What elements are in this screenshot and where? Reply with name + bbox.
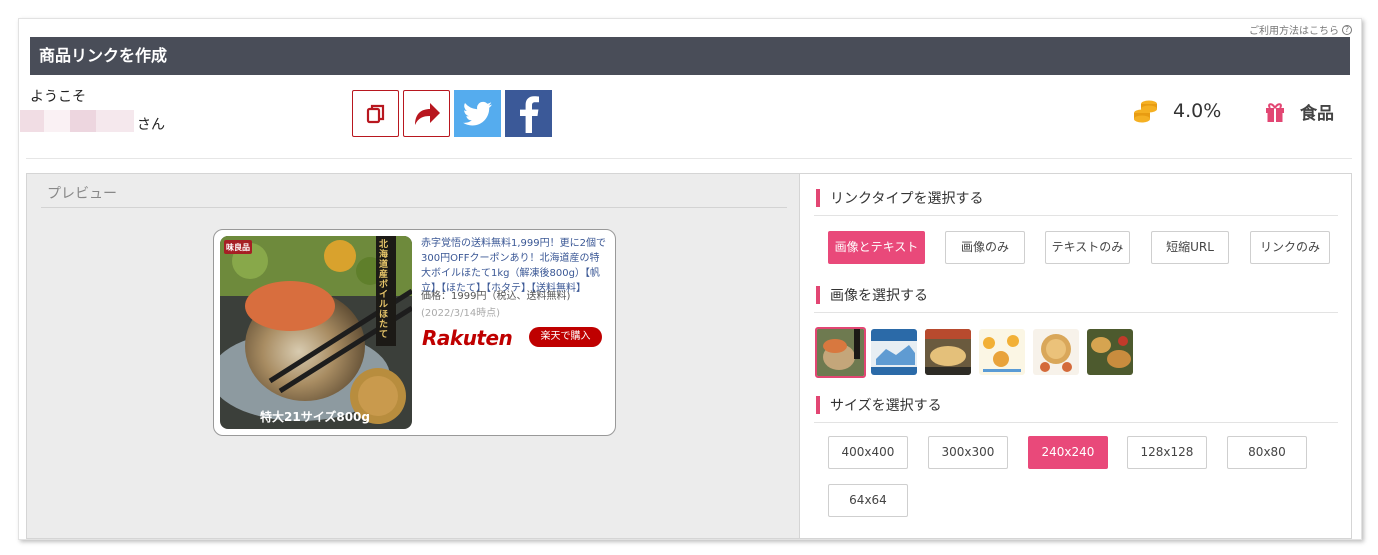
- settings-panel: リンクタイプを選択する 画像とテキスト 画像のみ テキストのみ 短縮URL リン…: [800, 173, 1352, 539]
- page-title: 商品リンクを作成: [30, 37, 1350, 75]
- link-type-heading: リンクタイプを選択する: [816, 188, 983, 208]
- share-buttons: [352, 90, 552, 137]
- link-type-text-only[interactable]: テキストのみ: [1045, 231, 1130, 264]
- link-type-link-only[interactable]: リンクのみ: [1250, 231, 1330, 264]
- link-type-image-only[interactable]: 画像のみ: [945, 231, 1025, 264]
- welcome-suffix: さん: [137, 117, 165, 133]
- image-thumb-2[interactable]: [871, 329, 917, 375]
- heading-accent: [816, 189, 820, 207]
- preview-panel: プレビュー 味良品 北海道産ボイルほたて 特大21サイズ800g 赤字覚悟の送料…: [26, 173, 800, 539]
- image-select-heading: 画像を選択する: [816, 285, 928, 305]
- link-type-short-url[interactable]: 短縮URL: [1151, 231, 1229, 264]
- size-select-heading-label: サイズを選択する: [830, 398, 942, 414]
- share-button[interactable]: [403, 90, 450, 137]
- copy-button[interactable]: [352, 90, 399, 137]
- image-banner: 北海道産ボイルほたて: [379, 240, 389, 340]
- image-thumb-6[interactable]: [1087, 329, 1133, 375]
- user-name-redacted: [20, 110, 134, 132]
- header-divider: [26, 158, 1352, 159]
- section-divider: [814, 422, 1338, 423]
- image-thumb-3[interactable]: [925, 329, 971, 375]
- image-thumb-4[interactable]: [979, 329, 1025, 375]
- size-option-64[interactable]: 64x64: [828, 484, 908, 517]
- size-option-240[interactable]: 240x240: [1028, 436, 1108, 469]
- rakuten-logo: Rakuten: [422, 326, 513, 350]
- buy-button[interactable]: 楽天で購入: [529, 327, 602, 347]
- price-date: (2022/3/14時点): [421, 308, 501, 319]
- category: 食品: [1264, 99, 1334, 124]
- preview-divider: [41, 207, 787, 208]
- section-divider: [814, 215, 1338, 216]
- help-link[interactable]: ご利用方法はこちら ?: [1249, 22, 1352, 37]
- copy-icon: [366, 104, 384, 123]
- twitter-icon: [462, 101, 492, 125]
- product-price: 価格：1999円（税込、送料無料): [421, 291, 571, 302]
- link-type-heading-label: リンクタイプを選択する: [830, 191, 984, 207]
- link-type-image-text[interactable]: 画像とテキスト: [828, 231, 925, 264]
- product-image[interactable]: 味良品 北海道産ボイルほたて 特大21サイズ800g: [220, 236, 412, 429]
- image-select-heading-label: 画像を選択する: [830, 288, 928, 304]
- size-option-128[interactable]: 128x128: [1127, 436, 1207, 469]
- image-badge: 味良品: [226, 243, 250, 252]
- twitter-share-button[interactable]: [454, 90, 501, 137]
- product-card: 味良品 北海道産ボイルほたて 特大21サイズ800g 赤字覚悟の送料無料1,99…: [213, 229, 616, 436]
- product-description[interactable]: 赤字覚悟の送料無料1,999円！更に2個で300円OFFクーポンあり！北海道産の…: [421, 236, 609, 296]
- welcome-greeting: ようこそ: [30, 89, 86, 105]
- image-caption: 特大21サイズ800g: [260, 410, 370, 424]
- image-thumb-5[interactable]: [1033, 329, 1079, 375]
- preview-heading: プレビュー: [47, 186, 117, 202]
- size-option-300[interactable]: 300x300: [928, 436, 1008, 469]
- size-option-400[interactable]: 400x400: [828, 436, 908, 469]
- heading-accent: [816, 286, 820, 304]
- facebook-icon: [519, 95, 539, 133]
- section-divider: [814, 312, 1338, 313]
- gift-icon: [1266, 102, 1284, 122]
- question-icon: ?: [1342, 24, 1352, 35]
- reward-rate-value: 4.0%: [1173, 100, 1222, 122]
- share-icon: [414, 102, 440, 125]
- facebook-share-button[interactable]: [505, 90, 552, 137]
- category-label: 食品: [1300, 104, 1334, 124]
- image-thumb-1[interactable]: [815, 327, 866, 378]
- reward-rate: 4.0%: [1133, 98, 1221, 124]
- size-select-heading: サイズを選択する: [816, 395, 942, 415]
- heading-accent: [816, 396, 820, 414]
- help-link-label[interactable]: ご利用方法はこちら: [1249, 22, 1339, 37]
- size-option-80[interactable]: 80x80: [1227, 436, 1307, 469]
- coins-icon: [1134, 100, 1157, 123]
